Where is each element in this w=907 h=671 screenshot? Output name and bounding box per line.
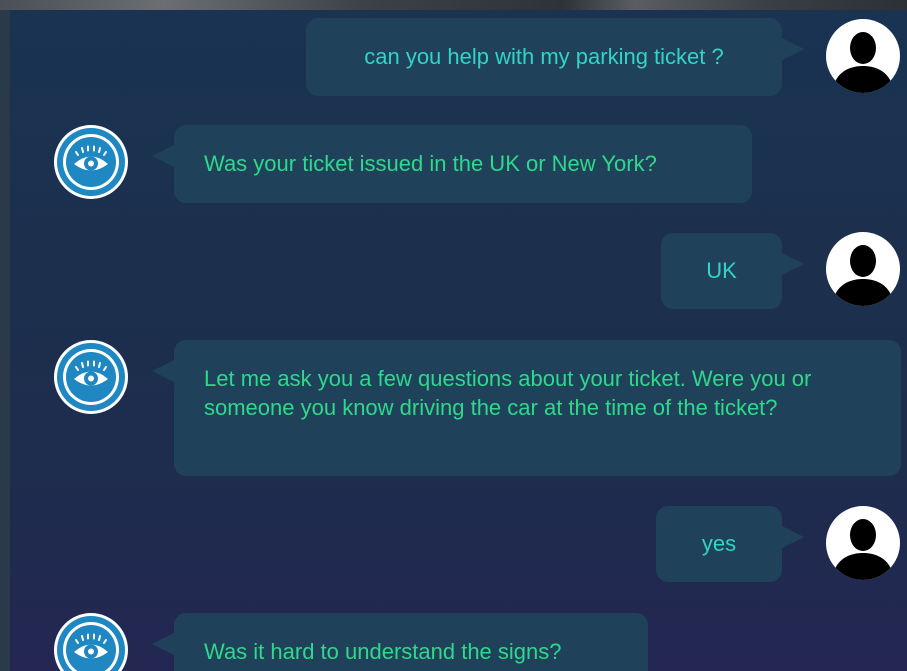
bot-message-text: Was it hard to understand the signs? — [204, 639, 562, 664]
bubble-tail — [152, 360, 174, 382]
bubble-tail — [782, 38, 804, 60]
person-silhouette-icon — [832, 245, 894, 306]
user-message-text: yes — [701, 531, 737, 556]
person-silhouette-icon — [832, 32, 894, 93]
bubble-tail — [152, 145, 174, 167]
eye-logo-icon — [57, 616, 125, 671]
bot-message-text: Let me ask you a few questions about you… — [204, 366, 812, 420]
bot-message-text: Was your ticket issued in the UK or New … — [204, 151, 657, 176]
bot-message-bubble: Was it hard to understand the signs? — [174, 613, 648, 671]
chat-panel[interactable]: can you help with my parking ticket ? Wa… — [10, 10, 907, 671]
eye-logo-icon — [57, 128, 125, 196]
user-message-bubble: UK — [661, 233, 782, 309]
user-message-text: can you help with my parking ticket ? — [364, 44, 724, 69]
bubble-tail — [152, 633, 174, 655]
user-message-bubble: can you help with my parking ticket ? — [306, 18, 782, 96]
bot-avatar — [54, 125, 128, 199]
eye-logo-icon — [57, 343, 125, 411]
bot-message-bubble: Let me ask you a few questions about you… — [174, 340, 901, 476]
background-photo-strip — [0, 0, 907, 10]
user-avatar — [826, 506, 900, 580]
user-message-bubble: yes — [656, 506, 782, 582]
bot-avatar — [54, 340, 128, 414]
user-avatar — [826, 19, 900, 93]
user-avatar — [826, 232, 900, 306]
bot-avatar — [54, 613, 128, 671]
bot-message-bubble: Was your ticket issued in the UK or New … — [174, 125, 752, 203]
user-message-text: UK — [706, 258, 737, 283]
bubble-tail — [782, 526, 804, 548]
bubble-tail — [782, 253, 804, 275]
person-silhouette-icon — [832, 519, 894, 580]
